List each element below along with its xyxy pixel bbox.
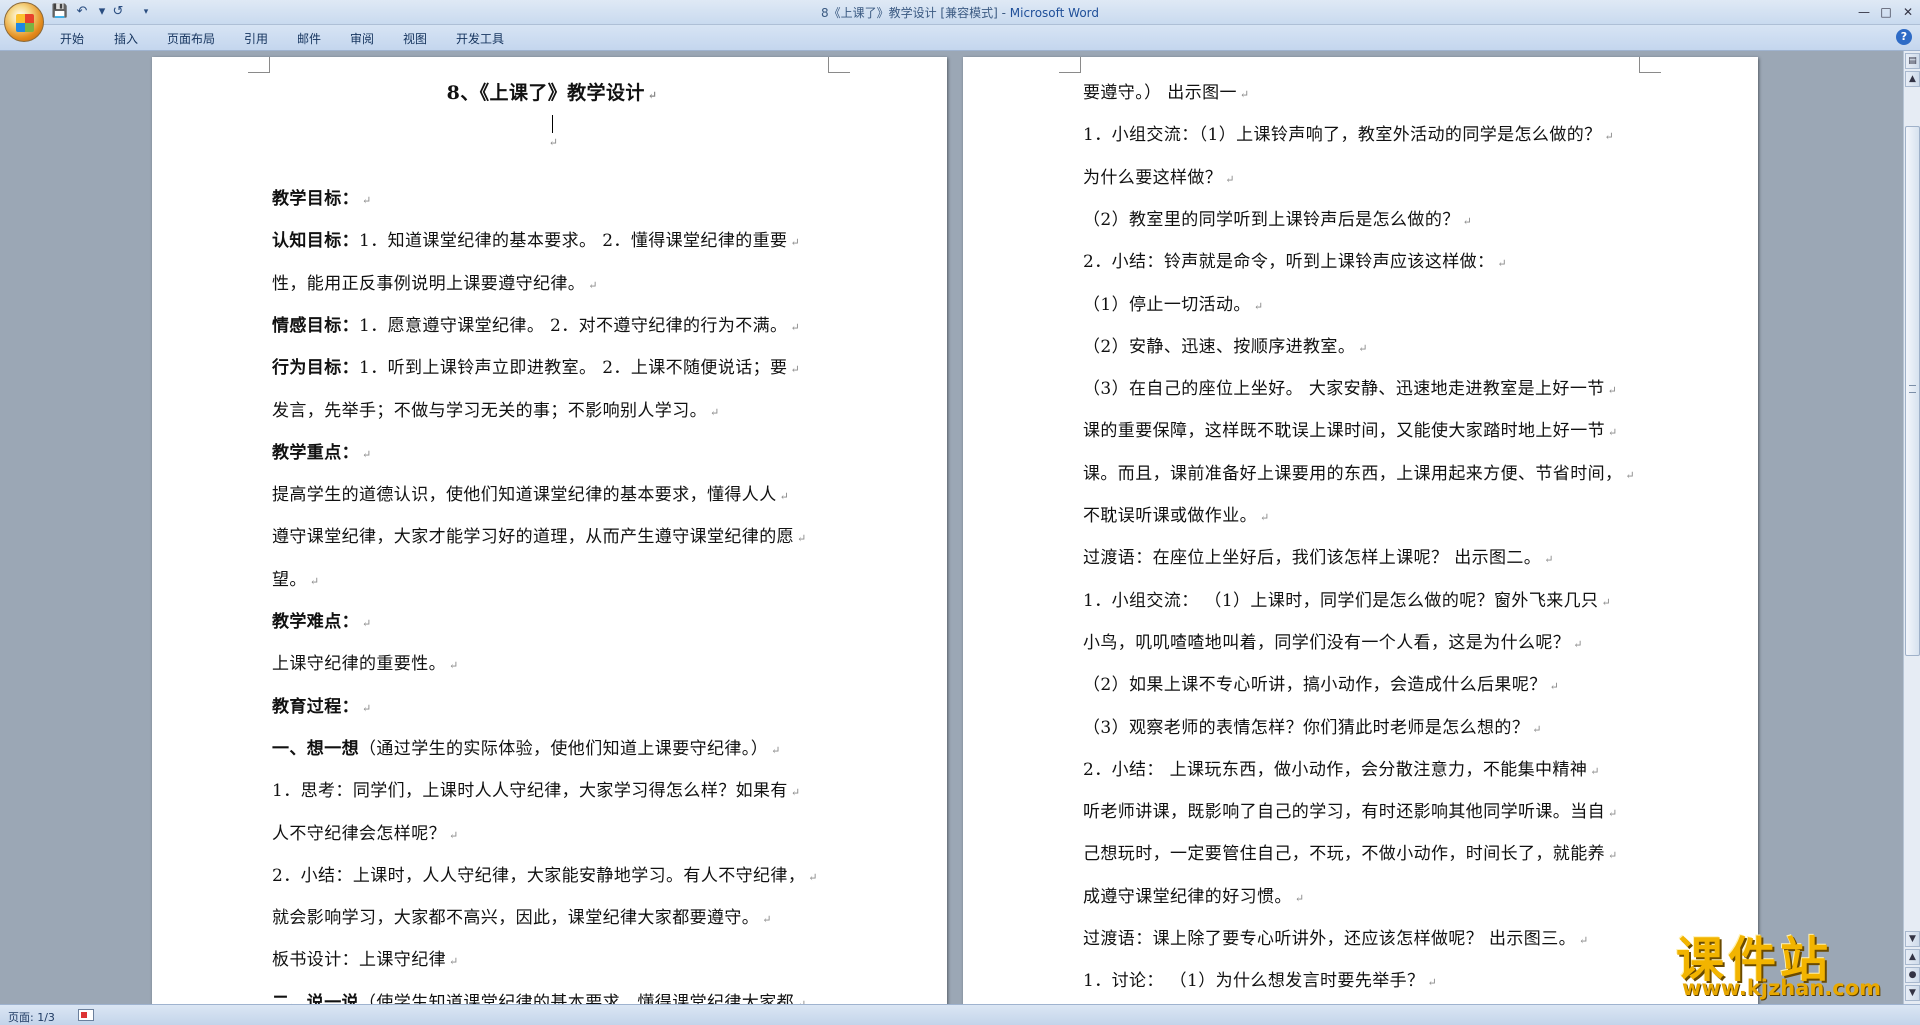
paragraph-line: 为什么要这样做？ ↵ <box>1083 167 1235 188</box>
watermark-logo: 课件站 www.kjzhan.com <box>1660 920 1910 1004</box>
window-title: 8《上课了》教学设计 [兼容模式] - Microsoft Word <box>820 6 1100 20</box>
paragraph-line: 己想玩时，一定要管住自己，不玩，不做小动作，时间长了，就能养 ↵ <box>1083 844 1618 865</box>
crop-mark <box>248 57 270 73</box>
paragraph-line: 不耽误听课或做作业。 ↵ <box>1083 506 1270 526</box>
paragraph-line: （1）停止一切活动。 ↵ <box>1083 294 1264 315</box>
paragraph-line: 课。而且，课前准备好上课要用的东西，上课用起来方便、节省时间， ↵ <box>1083 463 1636 484</box>
paragraph-line: （2）如果上课不专心听讲，搞小动作，会造成什么后果呢？ ↵ <box>1083 675 1560 696</box>
document-workspace: 8、《上课了》教学设计 ↵ ↵ 教学目标： ↵ 认知目标：1．知道课堂纪律的基本要求。… <box>0 51 1903 1004</box>
minimize-icon[interactable]: — <box>1854 3 1874 21</box>
paragraph-line: 性，能用正反事例说明上课要遵守纪律。 ↵ <box>272 273 598 294</box>
paragraph-line: 1．思考：同学们，上课时人人守纪律，大家学习得怎么样？如果有 ↵ <box>272 781 801 802</box>
paragraph-line: （3）在自己的座位上坐好。 大家安静、迅速地走进教室是上好一节 ↵ <box>1083 379 1618 400</box>
paragraph-line: 一、想一想（通过学生的实际体验，使他们知道上课要守纪律。） ↵ <box>272 738 781 759</box>
paragraph-line: 行为目标：1．听到上课铃声立即进教室。 2．上课不随便说话；要 ↵ <box>272 358 801 379</box>
help-icon[interactable]: ? <box>1896 29 1912 45</box>
tab-page-layout[interactable]: 页面布局 <box>167 30 215 47</box>
paragraph-line: 人不守纪律会怎样呢？ ↵ <box>272 823 459 844</box>
paragraph-line: 2．小结：铃声就是命令，听到上课铃声应该这样做： ↵ <box>1083 252 1508 273</box>
tab-references[interactable]: 引用 <box>244 30 268 47</box>
paragraph-line: 发言，先举手；不做与学习无关的事；不影响别人学习。 ↵ <box>272 400 720 421</box>
paragraph-line: 2．小结：上课时，人人守纪律，大家能安静地学习。有人不守纪律， ↵ <box>272 865 818 886</box>
paragraph-line: 教学难点： ↵ <box>272 612 372 632</box>
tab-view[interactable]: 视图 <box>403 30 427 47</box>
paragraph-line: 二、说一说（使学生知道课堂纪律的基本要求，懂得课堂纪律大家都↵ <box>272 992 806 1004</box>
paragraph-line: 成遵守课堂纪律的好习惯。 ↵ <box>1083 886 1305 907</box>
office-logo-icon <box>16 14 34 32</box>
paragraph-line: 听老师讲课，既影响了自己的学习，有时还影响其他同学听课。当自 ↵ <box>1083 802 1618 823</box>
empty-paragraph: ↵ <box>548 136 559 149</box>
watermark-url: www.kjzhan.com <box>1682 976 1882 1000</box>
paragraph-line: （3）观察老师的表情怎样？你们猜此时老师是怎么想的？ ↵ <box>1083 717 1542 738</box>
maximize-icon[interactable]: □ <box>1876 3 1896 21</box>
paragraph-line: 过渡语：课上除了要专心听讲外，还应该怎样做呢？ 出示图三。 ↵ <box>1083 929 1589 949</box>
tab-insert[interactable]: 插入 <box>114 30 138 47</box>
ribbon-tabs: 开始 插入 页面布局 引用 邮件 审阅 视图 开发工具 ? <box>0 25 1920 51</box>
document-page-1[interactable]: 8、《上课了》教学设计 ↵ ↵ 教学目标： ↵ 认知目标：1．知道课堂纪律的基本要求。… <box>152 57 947 1004</box>
tab-mailings[interactable]: 邮件 <box>297 30 321 47</box>
paragraph-line: 提高学生的道德认识，使他们知道课堂纪律的基本要求，懂得人人 ↵ <box>272 485 790 506</box>
paragraph-line: 板书设计：上课守纪律 ↵ <box>272 950 459 971</box>
vertical-scrollbar[interactable]: ▤ ▲ ▼ ▲ ● ▼ <box>1903 51 1920 1004</box>
paragraph-line: 小鸟，叽叽喳喳地叫着，同学们没有一个人看，这是为什么呢？ ↵ <box>1083 632 1583 653</box>
paragraph-line: 课的重要保障，这样既不耽误上课时间，又能使大家踏时地上好一节 ↵ <box>1083 421 1618 442</box>
paragraph-line: 过渡语：在座位上坐好后，我们该怎样上课呢？ 出示图二。 ↵ <box>1083 548 1554 569</box>
paragraph-line: 情感目标：1．愿意遵守课堂纪律。 2．对不遵守纪律的行为不满。 ↵ <box>272 315 801 336</box>
paragraph-line: （2）安静、迅速、按顺序进教室。 ↵ <box>1083 336 1368 357</box>
status-bar: 页面: 1/3 <box>0 1004 1920 1025</box>
office-button[interactable] <box>4 2 44 42</box>
document-title: 8、《上课了》教学设计 ↵ <box>446 82 658 104</box>
paragraph-line: 教学重点： ↵ <box>272 442 372 463</box>
paragraph-line: 要遵守。） 出示图一 ↵ <box>1083 83 1250 103</box>
scroll-thumb[interactable] <box>1905 126 1920 656</box>
title-bar: 💾 ↶ ▾ ↺ ▾ 8《上课了》教学设计 [兼容模式] - Microsoft … <box>0 0 1920 42</box>
scroll-grip-icon <box>1909 385 1916 393</box>
scroll-up-icon[interactable]: ▲ <box>1905 71 1920 87</box>
ruler-toggle-icon[interactable]: ▤ <box>1905 53 1920 69</box>
tab-developer[interactable]: 开发工具 <box>456 30 504 47</box>
page-count[interactable]: 页面: 1/3 <box>8 1009 55 1025</box>
macro-record-icon[interactable] <box>78 1009 94 1021</box>
crop-mark <box>828 57 850 73</box>
paragraph-line: 教育过程： ↵ <box>272 696 372 717</box>
crop-mark <box>1059 57 1081 73</box>
paragraph-line: 2．小结： 上课玩东西，做小动作，会分散注意力，不能集中精神 ↵ <box>1083 759 1600 780</box>
paragraph-line: 就会影响学习，大家都不高兴，因此，课堂纪律大家都要遵守。 ↵ <box>272 908 772 929</box>
paragraph-line: 望。 ↵ <box>272 569 320 590</box>
paragraph-line: 认知目标：1．知道课堂纪律的基本要求。 2．懂得课堂纪律的重要 ↵ <box>272 231 801 252</box>
crop-mark <box>1639 57 1661 73</box>
paragraph-line: 1．小组交流： （1）上课时，同学们是怎么做的呢？窗外飞来几只 ↵ <box>1083 590 1612 611</box>
tab-review[interactable]: 审阅 <box>350 30 374 47</box>
paragraph-line: 遵守课堂纪律，大家才能学习好的道理，从而产生遵守课堂纪律的愿 ↵ <box>272 527 807 548</box>
document-page-2[interactable]: 要遵守。） 出示图一 ↵ 1．小组交流：（1）上课铃声响了，教室外活动的同学是怎么… <box>963 57 1758 1004</box>
tab-home[interactable]: 开始 <box>60 30 84 47</box>
paragraph-line: 1．讨论： （1）为什么想发言时要先举手？ ↵ <box>1083 971 1438 992</box>
paragraph-line: 1．小组交流：（1）上课铃声响了，教室外活动的同学是怎么做的？ ↵ <box>1083 125 1615 146</box>
paragraph-line: 上课守纪律的重要性。 ↵ <box>272 654 459 675</box>
paragraph-line: （2）教室里的同学听到上课铃声后是怎么做的？ ↵ <box>1083 209 1473 230</box>
close-icon[interactable]: ✕ <box>1898 3 1918 21</box>
paragraph-line: 教学目标： ↵ <box>272 189 372 209</box>
